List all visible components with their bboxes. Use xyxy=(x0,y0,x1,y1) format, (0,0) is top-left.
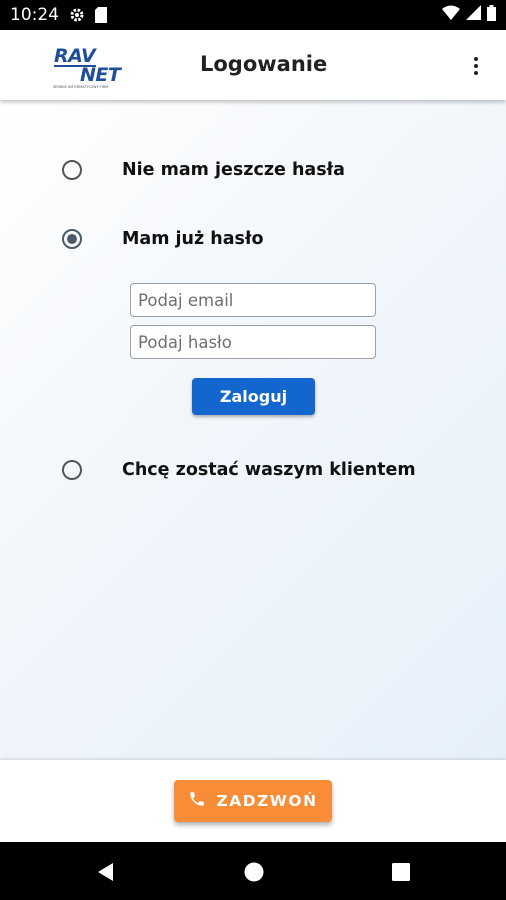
back-icon[interactable] xyxy=(95,861,117,883)
password-input[interactable] xyxy=(130,325,376,359)
option-become-client-label: Chcę zostać waszym klientem xyxy=(122,460,416,480)
bottom-area: ZADZWOŃ xyxy=(0,760,506,842)
home-icon[interactable] xyxy=(243,861,265,883)
svg-text:NET: NET xyxy=(80,64,123,86)
phone-icon xyxy=(188,790,206,812)
status-icons xyxy=(442,0,496,30)
option-have-password[interactable]: Mam już hasło xyxy=(62,229,264,249)
radio-become-client[interactable] xyxy=(62,460,82,480)
option-no-password[interactable]: Nie mam jeszcze hasła xyxy=(62,160,345,180)
radio-have-password[interactable] xyxy=(62,229,82,249)
login-button[interactable]: Zaloguj xyxy=(192,378,315,415)
status-time: 10:24 xyxy=(10,5,59,25)
call-button[interactable]: ZADZWOŃ xyxy=(174,780,332,822)
gear-icon xyxy=(69,7,85,23)
email-input[interactable] xyxy=(130,283,376,317)
ravnet-logo: RAV NET SERWIS INFORMATYCZNY FIRM xyxy=(52,40,136,90)
system-nav-bar xyxy=(0,842,506,900)
status-bar: 10:24 xyxy=(0,0,506,30)
radio-no-password[interactable] xyxy=(62,160,82,180)
svg-text:SERWIS INFORMATYCZNY FIRM: SERWIS INFORMATYCZNY FIRM xyxy=(53,85,108,89)
sd-card-icon xyxy=(95,7,107,23)
cell-signal-icon xyxy=(466,5,481,25)
option-no-password-label: Nie mam jeszcze hasła xyxy=(122,160,345,180)
battery-icon xyxy=(487,4,496,26)
more-vertical-icon[interactable] xyxy=(468,52,484,80)
app-bar: RAV NET SERWIS INFORMATYCZNY FIRM Logowa… xyxy=(0,30,506,100)
option-have-password-label: Mam już hasło xyxy=(122,229,264,249)
call-button-label: ZADZWOŃ xyxy=(216,792,318,810)
recents-icon[interactable] xyxy=(390,861,412,883)
login-content: Nie mam jeszcze hasła Mam już hasło Zalo… xyxy=(0,100,506,760)
option-become-client[interactable]: Chcę zostać waszym klientem xyxy=(62,460,416,480)
page-title: Logowanie xyxy=(200,52,328,76)
wifi-icon xyxy=(442,5,460,25)
